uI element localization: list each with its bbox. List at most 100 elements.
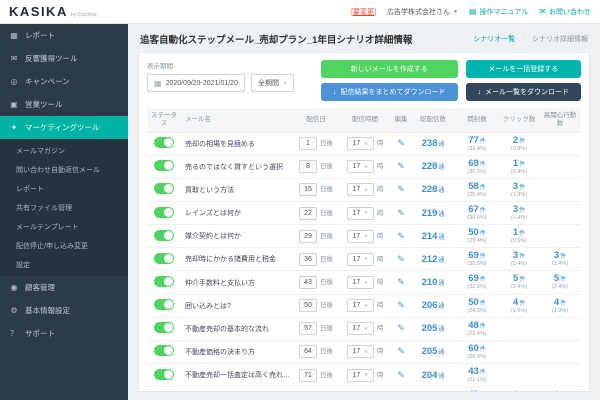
opens-rate: (32.9%) (457, 284, 497, 291)
send-time-select[interactable]: 17∨ (347, 207, 374, 220)
sidebar-item-label: 反響獲得ツール (25, 53, 78, 64)
opens-count: 50 (468, 297, 479, 308)
send-time-select[interactable]: 17∨ (347, 137, 374, 150)
send-time-select[interactable]: 17∨ (347, 276, 374, 289)
send-day-input[interactable]: 57 (299, 322, 317, 335)
bulk-register-button[interactable]: メールを一括登録する (466, 60, 582, 78)
sidebar-lower-item-2[interactable]: ？ サポート (0, 322, 128, 345)
scenario-list-link[interactable]: シナリオ一覧 (473, 36, 515, 43)
status-toggle[interactable] (154, 369, 174, 380)
sidebar-subitem-3[interactable]: 共有ファイル管理 (0, 198, 128, 217)
send-day-input[interactable]: 22 (299, 207, 317, 220)
send-time-select[interactable]: 17∨ (347, 299, 374, 312)
send-time-select[interactable]: 17∨ (347, 183, 374, 196)
mail-name[interactable]: レインズとは何か (185, 210, 241, 217)
mail-name[interactable]: 売却の相場を見極める (185, 141, 255, 148)
clicks-count: 1 (513, 389, 518, 392)
opens-count: 50 (468, 227, 479, 238)
edit-icon[interactable]: ✎ (397, 138, 405, 148)
send-time-select[interactable]: 17∨ (347, 160, 374, 173)
status-toggle[interactable] (154, 160, 174, 171)
send-day-input[interactable]: 8 (299, 160, 317, 173)
column-header-6: 開封数 (455, 108, 499, 132)
sidebar-lower-item-0[interactable]: ◉ 顧客管理 (0, 276, 128, 299)
send-time-select[interactable]: 17∨ (347, 369, 374, 382)
edit-icon[interactable]: ✎ (397, 231, 405, 241)
sidebar-subitem-5[interactable]: 配信停止/申し込み変更 (0, 236, 128, 255)
sidebar-subitem-1[interactable]: 問い合わせ自動返信メール (0, 160, 128, 179)
mail-name[interactable]: 買取という方法 (185, 187, 234, 194)
support-icon: ？ (9, 328, 19, 339)
status-toggle[interactable] (154, 207, 174, 218)
sidebar-subnav: メールマガジン 問い合わせ自動返信メール レポート 共有ファイル管理 メールテン… (0, 139, 128, 276)
mail-name[interactable]: 媒介契約とは何か (185, 233, 241, 240)
edit-icon[interactable]: ✎ (397, 300, 405, 310)
account-menu[interactable]: 広告学株式会社さん ▼ (387, 7, 458, 17)
manual-link[interactable]: ▤ 操作マニュアル (469, 7, 528, 17)
send-day-input[interactable]: 29 (299, 230, 317, 243)
edit-icon[interactable]: ✎ (397, 254, 405, 264)
create-mail-button[interactable]: 新しいメールを作成する (321, 60, 458, 78)
sidebar-item-0[interactable]: ▦ レポート (0, 24, 128, 47)
edit-icon[interactable]: ✎ (397, 208, 405, 218)
send-time-select[interactable]: 17∨ (347, 253, 374, 266)
date-range-picker[interactable]: ▦ 2020/09/29-2021/01/20 (147, 74, 245, 92)
table-row: 仲介手数料と支払い方 43日後 17∨時 ✎ 210通 69件 (32.9%) … (147, 271, 581, 294)
send-time-select[interactable]: 17∨ (347, 345, 374, 358)
send-day-input[interactable]: 36 (299, 253, 317, 266)
send-day-input[interactable]: 71 (299, 369, 317, 382)
send-day-input[interactable]: 50 (299, 299, 317, 312)
send-time-value: 17 (353, 210, 361, 217)
edit-icon[interactable]: ✎ (397, 370, 405, 380)
send-day-input[interactable]: 1 (299, 137, 317, 150)
edit-icon[interactable]: ✎ (397, 161, 405, 171)
sidebar-item-2[interactable]: ◎ キャンペーン (0, 70, 128, 93)
edit-icon[interactable]: ✎ (397, 323, 405, 333)
sidebar-subitem-0[interactable]: メールマガジン (0, 141, 128, 160)
send-time-select[interactable]: 17∨ (347, 322, 374, 335)
period-select[interactable]: 全期間 ∨ (251, 74, 294, 92)
page-title: 追客自動化ステップメール_売却プラン_1年目シナリオ詳細情報 (140, 32, 412, 46)
send-day-input[interactable]: 64 (299, 345, 317, 358)
status-toggle[interactable] (154, 299, 174, 310)
mail-name[interactable]: 不動産価格の決まり方 (185, 349, 255, 356)
edit-icon[interactable]: ✎ (397, 184, 405, 194)
status-toggle[interactable] (154, 230, 174, 241)
period-filter-controls: ▦ 2020/09/29-2021/01/20 全期間 ∨ (147, 74, 294, 92)
sidebar-lower-item-1[interactable]: ⚙ 基本情報設定 (0, 299, 128, 322)
sidebar-item-1[interactable]: ✉ 反響獲得ツール (0, 47, 128, 70)
status-toggle[interactable] (154, 137, 174, 148)
contact-link[interactable]: ✉ お問い合わせ (539, 7, 591, 17)
mail-name[interactable]: 不動産売却一括査定は高く売れるのか (185, 372, 293, 379)
mail-name[interactable]: 売るのではなく貸すという選択 (185, 164, 283, 171)
edit-icon[interactable]: ✎ (397, 277, 405, 287)
mail-name[interactable]: 仲介手数料と支払い方 (185, 280, 255, 287)
mail-name[interactable]: 不動産売却の基本的な流れ (185, 326, 269, 333)
status-toggle[interactable] (154, 276, 174, 287)
status-toggle[interactable] (154, 322, 174, 333)
sidebar-subitem-4[interactable]: メールテンプレート (0, 217, 128, 236)
clicks-count: 2 (513, 135, 518, 146)
sidebar-subitem-2[interactable]: レポート (0, 179, 128, 198)
status-toggle[interactable] (154, 345, 174, 356)
edit-icon[interactable]: ✎ (397, 346, 405, 356)
mail-name[interactable]: 囲い込みとは? (185, 303, 231, 310)
toggle-knob (164, 277, 173, 286)
change-required-link[interactable]: [要変更] (351, 7, 376, 17)
actions-unit: 件 (560, 301, 566, 307)
download-list-button[interactable]: ↓ メール一覧をダウンロード (466, 83, 582, 101)
column-header-1: メール名 (181, 108, 293, 132)
status-toggle[interactable] (154, 183, 174, 194)
download-results-button[interactable]: ↓ 配信結果をまとめてダウンロード (321, 83, 458, 101)
send-day-input[interactable]: 15 (299, 183, 317, 196)
sidebar-item-3[interactable]: ▣ 営業ツール (0, 93, 128, 116)
sidebar-subitem-6[interactable]: 設定 (0, 255, 128, 274)
mail-name[interactable]: 売却時にかかる諸費用と税金 (185, 256, 276, 263)
status-toggle[interactable] (154, 253, 174, 264)
send-day-input[interactable]: 43 (299, 276, 317, 289)
clicks-unit: 件 (519, 208, 525, 214)
send-time-select[interactable]: 17∨ (347, 230, 374, 243)
opens-count: 43 (468, 366, 479, 377)
opens-count: 69 (468, 273, 479, 284)
sidebar-item-4[interactable]: ✦ マーケティングツール (0, 116, 128, 139)
